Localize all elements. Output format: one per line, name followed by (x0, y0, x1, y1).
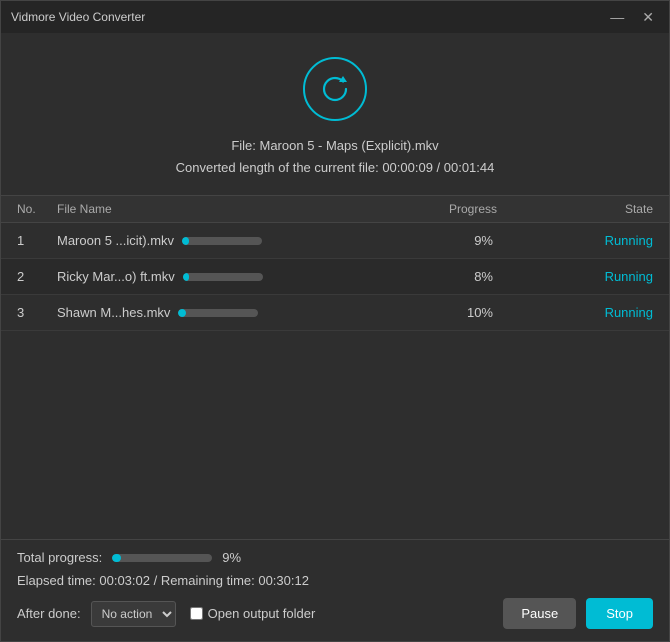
total-progress-bar-container (112, 554, 212, 562)
cell-filename: Maroon 5 ...icit).mkv (57, 233, 373, 248)
col-header-state: State (573, 202, 653, 216)
total-progress-pct: 9% (222, 550, 241, 565)
refresh-icon (319, 73, 351, 105)
col-header-progress: Progress (373, 202, 573, 216)
row-progress-bar-fill (178, 309, 186, 317)
open-folder-label[interactable]: Open output folder (208, 606, 316, 621)
row-progress-bar-fill (182, 237, 189, 245)
cell-progress: 9% (373, 233, 573, 248)
open-folder-checkbox[interactable] (190, 607, 203, 620)
row-progress-bar-container (182, 237, 262, 245)
stop-button[interactable]: Stop (586, 598, 653, 629)
minimize-button[interactable]: — (605, 8, 629, 26)
progress-pct: 10% (453, 305, 493, 320)
footer-controls: After done: No action Open output folder… (17, 598, 653, 641)
cell-no: 2 (17, 269, 57, 284)
conversion-header: File: Maroon 5 - Maps (Explicit).mkv Con… (1, 33, 669, 195)
cell-no: 3 (17, 305, 57, 320)
total-progress-bar-fill (112, 554, 121, 562)
total-progress-row: Total progress: 9% (17, 550, 653, 565)
cell-progress: 8% (373, 269, 573, 284)
filename-text: Ricky Mar...o) ft.mkv (57, 269, 175, 284)
file-info: File: Maroon 5 - Maps (Explicit).mkv Con… (176, 135, 495, 179)
pause-button[interactable]: Pause (503, 598, 576, 629)
open-folder-row: Open output folder (190, 606, 316, 621)
table-row: 1 Maroon 5 ...icit).mkv 9% Running (1, 223, 669, 259)
cell-state: Running (573, 233, 653, 248)
filename-text: Maroon 5 ...icit).mkv (57, 233, 174, 248)
title-controls: — ✕ (605, 8, 659, 26)
row-progress-bar-container (183, 273, 263, 281)
filename-text: Shawn M...hes.mkv (57, 305, 170, 320)
window-title: Vidmore Video Converter (11, 10, 605, 24)
after-done-select[interactable]: No action (91, 601, 176, 627)
after-done-label: After done: (17, 606, 81, 621)
cell-no: 1 (17, 233, 57, 248)
bottom-section: Total progress: 9% Elapsed time: 00:03:0… (1, 539, 669, 641)
progress-pct: 8% (453, 269, 493, 284)
time-info: Elapsed time: 00:03:02 / Remaining time:… (17, 573, 653, 588)
row-progress-bar-fill (183, 273, 189, 281)
file-line2: Converted length of the current file: 00… (176, 157, 495, 179)
cell-state: Running (573, 305, 653, 320)
col-header-filename: File Name (57, 202, 373, 216)
total-progress-label: Total progress: (17, 550, 102, 565)
title-bar: Vidmore Video Converter — ✕ (1, 1, 669, 33)
refresh-icon-circle (303, 57, 367, 121)
main-window: Vidmore Video Converter — ✕ File: Maroon… (0, 0, 670, 642)
row-progress-bar-container (178, 309, 258, 317)
table-header: No. File Name Progress State (1, 195, 669, 223)
close-button[interactable]: ✕ (637, 8, 659, 26)
table-row: 3 Shawn M...hes.mkv 10% Running (1, 295, 669, 331)
cell-filename: Ricky Mar...o) ft.mkv (57, 269, 373, 284)
cell-progress: 10% (373, 305, 573, 320)
cell-filename: Shawn M...hes.mkv (57, 305, 373, 320)
col-header-no: No. (17, 202, 57, 216)
table-row: 2 Ricky Mar...o) ft.mkv 8% Running (1, 259, 669, 295)
cell-state: Running (573, 269, 653, 284)
table-body: 1 Maroon 5 ...icit).mkv 9% Running 2 Ric… (1, 223, 669, 539)
file-line1: File: Maroon 5 - Maps (Explicit).mkv (176, 135, 495, 157)
progress-pct: 9% (453, 233, 493, 248)
